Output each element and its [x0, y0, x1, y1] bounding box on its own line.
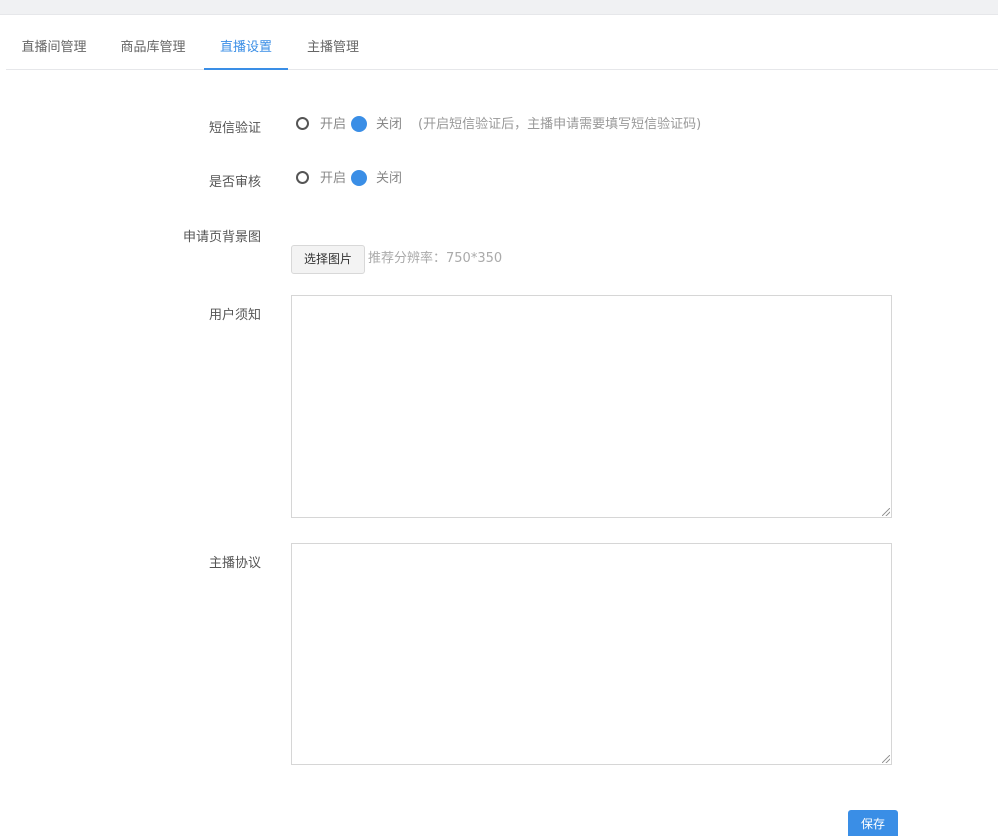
tab-bar: 直播间管理 商品库管理 直播设置 主播管理 — [6, 30, 998, 70]
top-strip — [0, 0, 998, 15]
sms-close-radio[interactable] — [351, 116, 367, 132]
review-open-radio[interactable] — [296, 171, 309, 184]
tab-product-library[interactable]: 商品库管理 — [105, 30, 201, 69]
bg-image-hint: 推荐分辨率：750*350 — [368, 251, 503, 266]
sms-close-label: 关闭 — [376, 117, 403, 132]
resize-grip-icon[interactable] — [882, 755, 890, 763]
bg-image-label: 申请页背景图 — [182, 230, 261, 245]
anchor-agreement-label: 主播协议 — [208, 556, 261, 571]
sms-verification-label: 短信验证 — [208, 121, 261, 136]
user-notice-textarea[interactable] — [291, 295, 892, 518]
anchor-agreement-textarea[interactable] — [291, 543, 892, 765]
sms-open-label: 开启 — [320, 117, 347, 132]
sms-open-radio[interactable] — [296, 117, 309, 130]
sms-hint: (开启短信验证后，主播申请需要填写短信验证码) — [418, 117, 702, 132]
resize-grip-icon[interactable] — [882, 508, 890, 516]
review-close-label: 关闭 — [376, 171, 403, 186]
tab-live-settings[interactable]: 直播设置 — [204, 30, 288, 70]
review-label: 是否审核 — [208, 175, 261, 190]
review-close-radio[interactable] — [351, 170, 367, 186]
tab-live-room-management[interactable]: 直播间管理 — [6, 30, 102, 69]
user-notice-label: 用户须知 — [208, 308, 261, 323]
review-open-label: 开启 — [320, 171, 347, 186]
save-button[interactable]: 保存 — [848, 810, 898, 836]
tab-anchor-management[interactable]: 主播管理 — [291, 30, 375, 69]
choose-image-button[interactable]: 选择图片 — [291, 245, 365, 274]
